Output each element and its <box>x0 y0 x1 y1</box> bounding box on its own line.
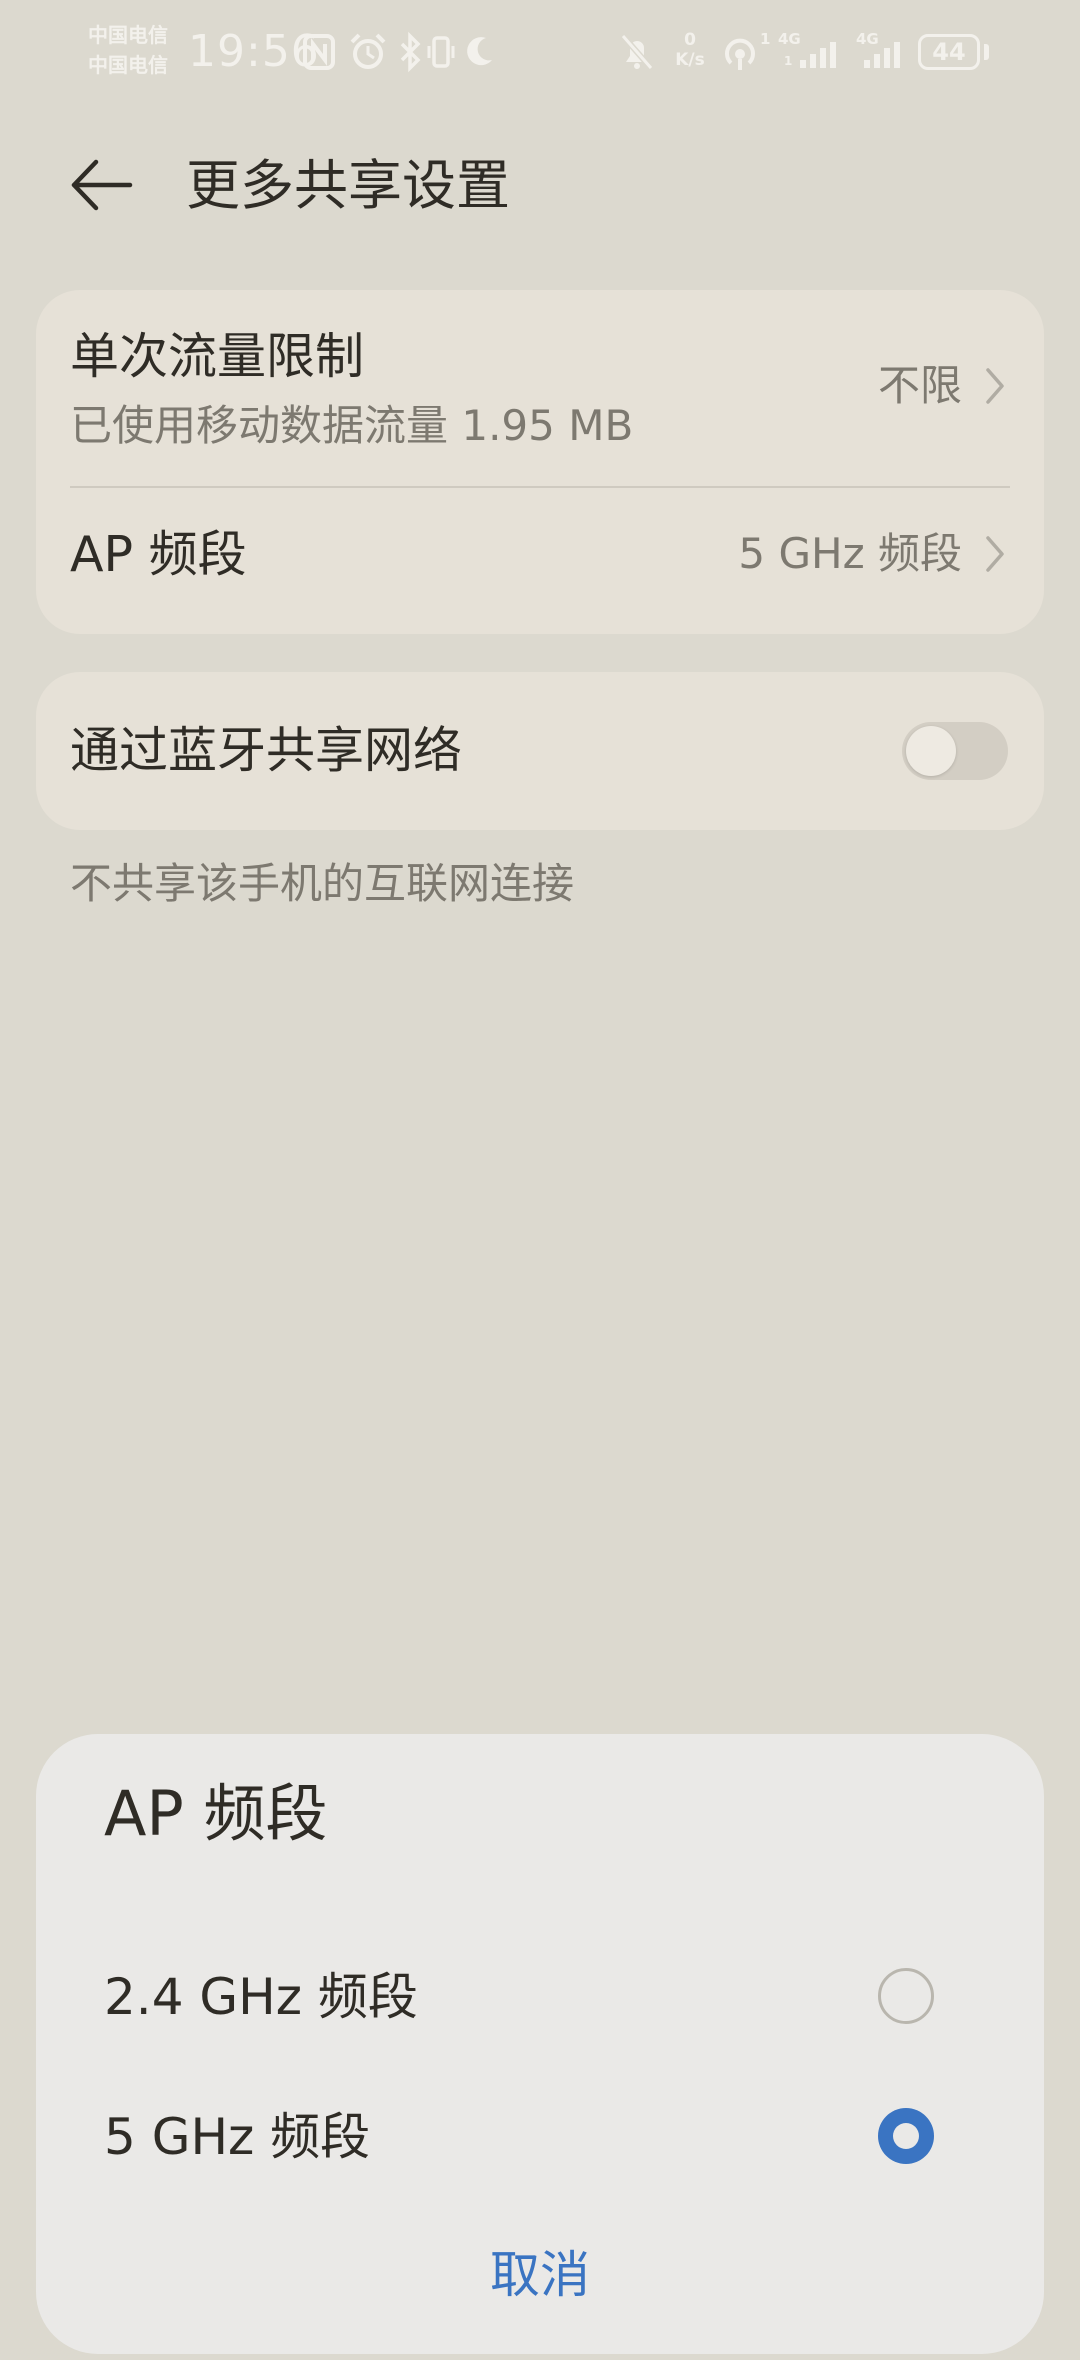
mute-bell-icon <box>618 30 656 74</box>
carrier-1: 中国电信 <box>88 23 168 47</box>
back-button[interactable] <box>60 150 150 220</box>
settings-card-bluetooth: 通过蓝牙共享网络 <box>36 672 1044 830</box>
dialog-title: AP 频段 <box>104 1777 328 1850</box>
battery-tip <box>984 44 989 60</box>
ap-band-dialog: AP 频段 2.4 GHz 频段 5 GHz 频段 取消 <box>36 1734 1044 2354</box>
bluetooth-share-toggle[interactable] <box>902 722 1008 780</box>
option-2-4ghz[interactable]: 2.4 GHz 频段 <box>36 1926 1044 2066</box>
data-limit-row[interactable]: 单次流量限制 已使用移动数据流量 1.95 MB 不限 <box>36 290 1044 486</box>
chevron-right-icon <box>986 368 1004 404</box>
option-5ghz[interactable]: 5 GHz 频段 <box>36 2066 1044 2206</box>
bluetooth-share-footnote: 不共享该手机的互联网连接 <box>70 859 575 908</box>
radio-button-unselected[interactable] <box>878 1968 934 2024</box>
nfc-icon <box>302 30 336 74</box>
signal-icon <box>798 30 844 74</box>
battery-icon: 44 <box>918 34 980 70</box>
page-title: 更多共享设置 <box>186 154 510 217</box>
hotspot-icon <box>720 30 762 74</box>
cancel-button[interactable]: 取消 <box>36 2230 1044 2320</box>
back-arrow-icon <box>71 159 133 211</box>
network-speed-unit: K/s <box>675 50 705 70</box>
vibrate-icon <box>426 30 456 74</box>
data-limit-subtitle: 已使用移动数据流量 1.95 MB <box>70 401 634 450</box>
radio-button-selected[interactable] <box>878 2108 934 2164</box>
sim1-sub-label: 1 <box>784 54 793 68</box>
ap-band-title: AP 频段 <box>70 526 247 583</box>
settings-card-data: 单次流量限制 已使用移动数据流量 1.95 MB 不限 AP 频段 5 GHz … <box>36 290 1044 634</box>
chevron-right-icon <box>986 536 1004 572</box>
bluetooth-icon <box>398 30 424 74</box>
data-limit-value: 不限 <box>877 361 962 410</box>
status-bar: 中国电信 中国电信 19:56 0 K/s 1 4G 1 4G 44 <box>0 0 1080 110</box>
bluetooth-share-title: 通过蓝牙共享网络 <box>70 722 463 779</box>
ap-band-value: 5 GHz 频段 <box>738 529 962 578</box>
data-limit-title: 单次流量限制 <box>70 328 365 385</box>
option-label: 5 GHz 频段 <box>104 2108 371 2166</box>
do-not-disturb-moon-icon <box>462 30 498 74</box>
signal-icon <box>862 30 908 74</box>
network-speed-value: 0 <box>684 30 696 50</box>
hotspot-badge: 1 <box>760 30 771 48</box>
ap-band-row[interactable]: AP 频段 5 GHz 频段 <box>36 488 1044 634</box>
carrier-labels: 中国电信 中国电信 <box>88 20 168 80</box>
network-speed: 0 K/s <box>668 30 712 70</box>
carrier-2: 中国电信 <box>88 53 168 77</box>
toggle-knob <box>906 726 956 776</box>
clock: 19:56 <box>188 26 320 77</box>
alarm-icon <box>348 30 388 74</box>
option-label: 2.4 GHz 频段 <box>104 1968 418 2026</box>
